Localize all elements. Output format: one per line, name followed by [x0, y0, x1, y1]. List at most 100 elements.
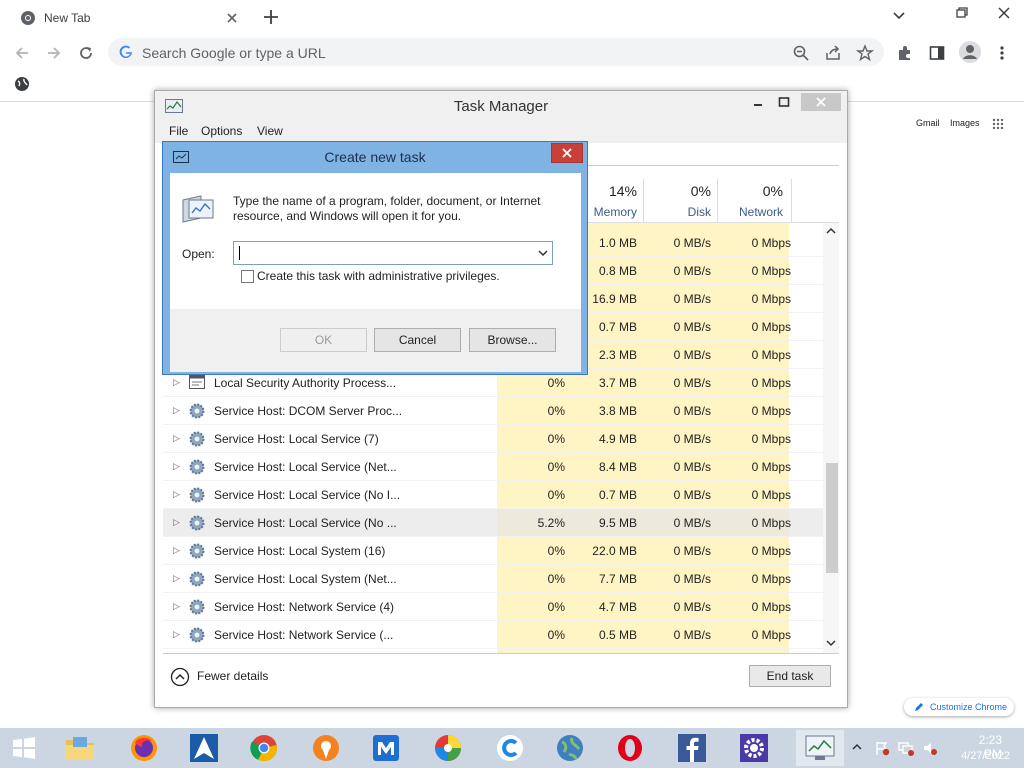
- disk-cell: 0 MB/s: [673, 600, 711, 614]
- expand-arrow-icon[interactable]: ▷: [173, 405, 180, 416]
- dialog-title: Create new task: [324, 149, 426, 165]
- scrollbar-thumb[interactable]: [826, 463, 838, 573]
- process-row[interactable]: ▷ Service Host: Local Service (7) 0% 4.9 MB…: [163, 425, 829, 453]
- file-explorer-icon[interactable]: [60, 730, 100, 766]
- admin-privileges-label[interactable]: Create this task with administrative pri…: [257, 269, 500, 283]
- process-row[interactable]: ▷ Service Host: Local Service (No I... 0% 0…: [163, 481, 829, 509]
- cpu-cell: 0%: [547, 544, 565, 558]
- service-gear-icon: [189, 403, 205, 419]
- expand-arrow-icon[interactable]: ▷: [173, 629, 180, 640]
- profile-avatar-icon[interactable]: [958, 40, 982, 64]
- gmail-link[interactable]: Gmail: [916, 118, 940, 128]
- disk-column-header[interactable]: Disk: [643, 205, 711, 219]
- task-manager-icon[interactable]: [796, 730, 844, 766]
- google-apps-grid-icon[interactable]: [992, 118, 1004, 130]
- network-cell: 0 Mbps: [751, 236, 791, 250]
- avast-icon[interactable]: [306, 730, 346, 766]
- process-name: Service Host: Local System (Net...: [214, 572, 397, 586]
- expand-arrow-icon[interactable]: ▷: [173, 545, 180, 556]
- chrome-icon[interactable]: [244, 730, 284, 766]
- expand-arrow-icon[interactable]: ▷: [173, 573, 180, 584]
- fewer-details-chevron-icon[interactable]: [170, 667, 190, 687]
- expand-arrow-icon[interactable]: ▷: [173, 489, 180, 500]
- minimize-icon[interactable]: [751, 95, 765, 109]
- kebab-menu-icon[interactable]: [994, 44, 1010, 62]
- tray-flag-alert-icon[interactable]: [874, 740, 890, 756]
- service-gear-icon: [189, 627, 205, 643]
- tab-new-tab[interactable]: New Tab: [8, 2, 248, 34]
- arch-linux-icon[interactable]: [184, 730, 224, 766]
- ccleaner-icon[interactable]: [490, 730, 530, 766]
- process-row[interactable]: ▷ Service Host: Network Service (4) 0% 4.7 …: [163, 593, 829, 621]
- images-link[interactable]: Images: [950, 118, 980, 128]
- memory-cell: 4.9 MB: [598, 432, 637, 446]
- task-manager-close-icon[interactable]: [801, 93, 841, 111]
- expand-arrow-icon[interactable]: ▷: [173, 601, 180, 612]
- menu-file[interactable]: File: [169, 124, 188, 138]
- chevron-down-icon[interactable]: [538, 249, 548, 257]
- firefox-icon[interactable]: [124, 730, 164, 766]
- process-row[interactable]: ▷ Service Host: Local System (16) 0% 22.0 M…: [163, 537, 829, 565]
- network-cell: 0 Mbps: [751, 292, 791, 306]
- process-row[interactable]: ▷ Service Host: Local System (Net... 0% 7.7…: [163, 565, 829, 593]
- omnibox-placeholder[interactable]: Search Google or type a URL: [142, 45, 326, 61]
- create-new-task-dialog: Create new task Type the name of a progr…: [162, 141, 588, 375]
- end-task-button[interactable]: End task: [749, 665, 831, 687]
- tab-close-icon[interactable]: [224, 10, 240, 26]
- chevron-down-icon[interactable]: [890, 6, 908, 24]
- network-column-header[interactable]: Network: [717, 205, 783, 219]
- task-manager-title: Task Manager: [453, 98, 549, 115]
- cancel-button[interactable]: Cancel: [374, 328, 461, 352]
- tray-network-alert-icon[interactable]: [898, 740, 914, 756]
- process-row[interactable]: ▷ Service Host: Local Service (Net... 0% 8.…: [163, 453, 829, 481]
- taskbar-clock-date[interactable]: 4/27/2022: [950, 750, 1010, 762]
- reload-icon[interactable]: [76, 43, 96, 63]
- cpu-cell: 0%: [547, 404, 565, 418]
- globe-bookmark-icon[interactable]: [14, 76, 30, 92]
- cpu-cell: 5.2%: [537, 516, 565, 530]
- process-row[interactable]: ▷ Service Host: DCOM Server Proc... 0% 3.8 …: [163, 397, 829, 425]
- scroll-down-icon[interactable]: [826, 639, 836, 647]
- ok-button[interactable]: OK: [280, 328, 367, 352]
- browse-button[interactable]: Browse...: [469, 328, 556, 352]
- menu-options[interactable]: Options: [201, 124, 242, 138]
- open-combobox[interactable]: [233, 241, 553, 265]
- forward-arrow-icon[interactable]: [44, 43, 64, 63]
- disk-column-percent[interactable]: 0%: [643, 183, 711, 199]
- new-tab-plus-icon[interactable]: [260, 6, 282, 28]
- globe-icon[interactable]: [550, 730, 590, 766]
- expand-arrow-icon[interactable]: ▷: [173, 517, 180, 528]
- expand-arrow-icon[interactable]: ▷: [173, 433, 180, 444]
- share-icon[interactable]: [824, 44, 842, 62]
- settings-gear-icon[interactable]: [734, 730, 774, 766]
- service-gear-icon: [189, 431, 205, 447]
- dialog-close-icon[interactable]: [551, 143, 583, 163]
- network-column-percent[interactable]: 0%: [717, 183, 783, 199]
- process-list-scrollbar[interactable]: [823, 223, 839, 653]
- extensions-puzzle-icon[interactable]: [896, 44, 914, 62]
- process-row[interactable]: ▷ Service Host: Local Service (No ... 5.2%…: [163, 509, 829, 537]
- bookmark-star-icon[interactable]: [856, 44, 874, 62]
- restore-window-icon[interactable]: [952, 4, 972, 22]
- facebook-icon[interactable]: [672, 730, 712, 766]
- tray-overflow-chevron-icon[interactable]: [852, 743, 862, 751]
- opera-icon[interactable]: [610, 730, 650, 766]
- window-close-icon[interactable]: [988, 2, 1020, 24]
- fewer-details-link[interactable]: Fewer details: [197, 669, 268, 683]
- scroll-up-icon[interactable]: [826, 227, 836, 235]
- maximize-icon[interactable]: [777, 95, 791, 109]
- zoom-magnifier-icon[interactable]: [792, 44, 810, 62]
- customize-chrome-button[interactable]: Customize Chrome: [904, 698, 1014, 716]
- side-panel-icon[interactable]: [928, 44, 946, 62]
- menu-view[interactable]: View: [257, 124, 283, 138]
- picasa-icon[interactable]: [428, 730, 468, 766]
- back-arrow-icon[interactable]: [12, 43, 32, 63]
- admin-privileges-checkbox[interactable]: [241, 270, 254, 283]
- process-row[interactable]: ▷ Service Host: Network Service (... 0% 0.5…: [163, 621, 829, 649]
- tray-volume-muted-icon[interactable]: [922, 740, 938, 756]
- start-icon[interactable]: [4, 730, 44, 766]
- maxthon-icon[interactable]: [366, 730, 406, 766]
- expand-arrow-icon[interactable]: ▷: [173, 461, 180, 472]
- disk-cell: 0 MB/s: [673, 544, 711, 558]
- expand-arrow-icon[interactable]: ▷: [173, 377, 180, 388]
